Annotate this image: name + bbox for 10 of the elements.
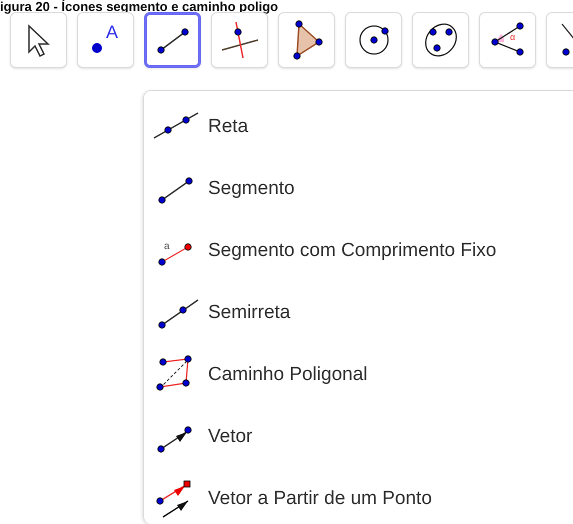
menu-item[interactable]: Caminho Poligonal xyxy=(208,364,368,386)
menu-item[interactable]: Segmento xyxy=(208,178,295,200)
tool-button[interactable]: A xyxy=(77,12,134,68)
menu-item[interactable]: Vetor xyxy=(208,426,252,448)
menu-item[interactable]: Semirreta xyxy=(208,302,290,324)
menu-item[interactable]: Segmento com Comprimento Fixo xyxy=(208,240,496,262)
tool-button[interactable] xyxy=(144,12,201,68)
menu-item[interactable]: Vetor a Partir de um Ponto xyxy=(208,488,432,510)
menu-item[interactable]: Reta xyxy=(208,116,248,138)
tool-button[interactable]: α xyxy=(479,12,536,68)
